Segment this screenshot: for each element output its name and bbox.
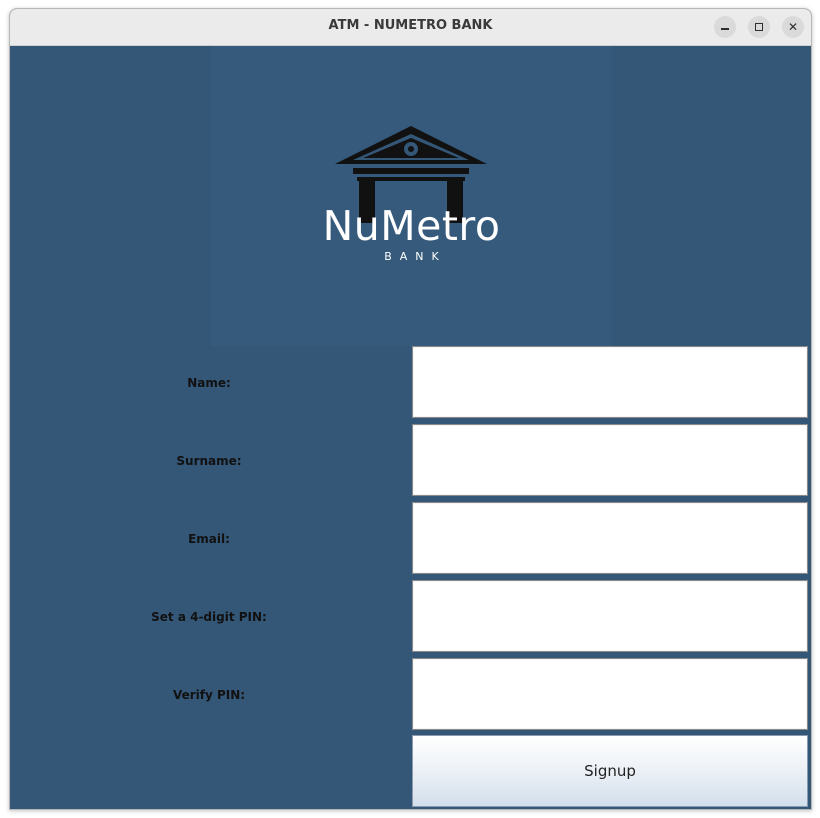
verify-pin-label: Verify PIN: — [172, 688, 246, 702]
set-pin-input[interactable] — [412, 580, 808, 652]
name-input[interactable] — [412, 346, 808, 418]
close-button[interactable]: ✕ — [782, 16, 804, 38]
maximize-button[interactable] — [748, 16, 770, 38]
email-input[interactable] — [412, 502, 808, 574]
brand-subtitle: BANK — [384, 250, 447, 263]
maximize-icon — [755, 23, 763, 31]
signup-button[interactable]: Signup — [412, 735, 808, 807]
title-bar[interactable]: ATM - NUMETRO BANK ✕ — [10, 9, 811, 46]
name-label: Name: — [187, 376, 231, 390]
window-title: ATM - NUMETRO BANK — [328, 18, 493, 33]
signup-form-area: NuMetro BANK Name: Surname: Email: Set a… — [10, 46, 811, 809]
brand-name: NuMetro — [322, 202, 501, 250]
surname-label: Surname: — [176, 454, 242, 468]
app-window: ATM - NUMETRO BANK ✕ NuMetro BANK Name: … — [9, 8, 812, 810]
minimize-icon — [721, 28, 729, 30]
email-label: Email: — [188, 532, 230, 546]
close-icon: ✕ — [787, 20, 799, 34]
surname-input[interactable] — [412, 424, 808, 496]
verify-pin-input[interactable] — [412, 658, 808, 730]
bank-logo: NuMetro BANK — [211, 46, 612, 346]
set-pin-label: Set a 4-digit PIN: — [151, 610, 267, 624]
minimize-button[interactable] — [714, 16, 736, 38]
